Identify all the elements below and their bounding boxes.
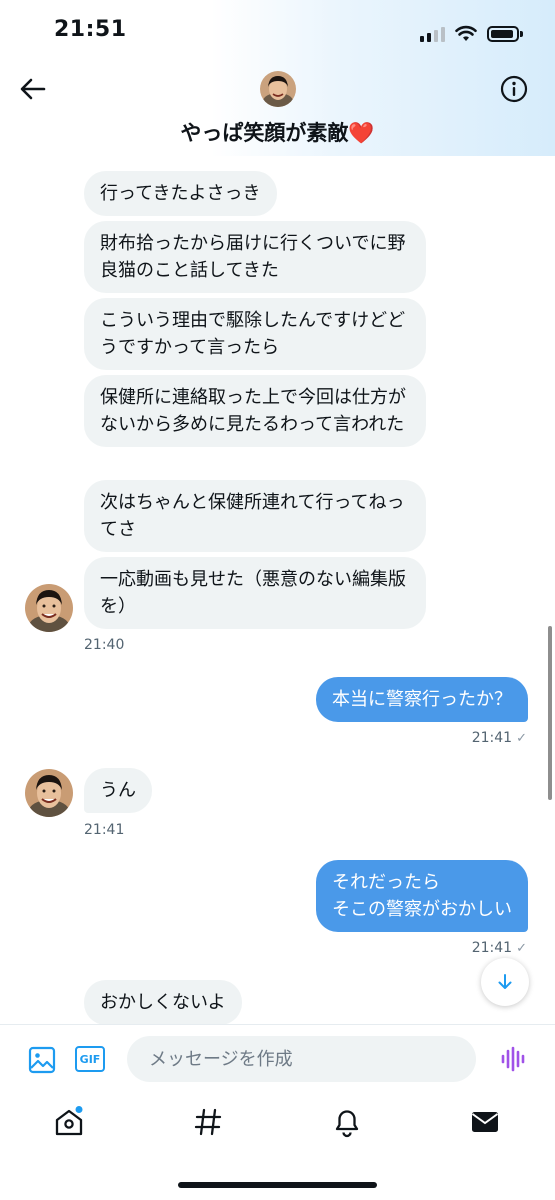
- sender-avatar[interactable]: [25, 584, 73, 632]
- tab-messages[interactable]: [469, 1106, 501, 1138]
- status-icons: [420, 22, 523, 42]
- status-time: 21:51: [54, 17, 127, 42]
- info-button[interactable]: [499, 74, 529, 104]
- back-button[interactable]: [18, 74, 48, 104]
- hashtag-explore-icon: [194, 1108, 222, 1136]
- scroll-to-bottom-button[interactable]: [481, 958, 529, 1006]
- sent-check-icon: ✓: [516, 941, 527, 956]
- image-button[interactable]: [27, 1045, 57, 1075]
- sender-avatar[interactable]: [25, 769, 73, 817]
- wifi-icon: [455, 25, 477, 41]
- message-bubble-incoming[interactable]: 保健所に連絡取った上で今回は仕方がないから多めに見たるわって言われた: [84, 375, 426, 447]
- message-timestamp: 21:41: [84, 822, 125, 838]
- gif-button[interactable]: GIF: [75, 1046, 105, 1072]
- message-input[interactable]: [127, 1036, 476, 1082]
- scrollbar[interactable]: [548, 626, 552, 800]
- arrow-down-icon: [498, 974, 512, 989]
- home-icon: [55, 1106, 83, 1136]
- message-bubble-incoming[interactable]: こういう理由で駆除したんですけどどうですかって言ったら: [84, 298, 426, 370]
- voice-message-icon: [501, 1046, 525, 1072]
- timestamp-text: 21:41: [471, 730, 513, 746]
- tab-home[interactable]: [53, 1106, 85, 1138]
- tab-explore[interactable]: [192, 1106, 224, 1138]
- image-icon: [28, 1046, 56, 1074]
- home-indicator: [178, 1182, 377, 1188]
- message-timestamp: 21:41 ✓: [472, 940, 527, 956]
- message-bubble-outgoing[interactable]: 本当に警察行ったか？: [316, 677, 528, 722]
- message-bubble-incoming[interactable]: 次はちゃんと保健所連れて行ってねってさ: [84, 480, 426, 552]
- message-bubble-incoming[interactable]: 財布拾ったから届けに行くついでに野良猫のこと話してきた: [84, 221, 426, 293]
- messages-envelope-icon: [471, 1112, 499, 1132]
- message-bubble-outgoing[interactable]: それだったら そこの警察がおかしい: [316, 860, 528, 932]
- arrow-left-icon: [20, 78, 46, 100]
- message-bubble-incoming[interactable]: うん: [84, 768, 152, 813]
- tab-notifications[interactable]: [331, 1106, 363, 1138]
- message-timestamp: 21:41 ✓: [472, 730, 527, 746]
- message-composer: GIF: [0, 1024, 555, 1090]
- timestamp-text: 21:41: [471, 940, 513, 956]
- notifications-bell-icon: [335, 1110, 359, 1138]
- battery-icon: [487, 26, 523, 42]
- cellular-signal-icon: [420, 26, 445, 42]
- sent-check-icon: ✓: [516, 731, 527, 746]
- message-timestamp: 21:40: [84, 637, 125, 653]
- message-bubble-incoming[interactable]: 行ってきたよさっき: [84, 171, 277, 216]
- voice-message-button[interactable]: [500, 1045, 526, 1073]
- info-circle-icon: [500, 75, 528, 103]
- conversation-title: やっぱ笑顔が素敵❤️: [180, 121, 375, 145]
- message-bubble-incoming[interactable]: 一応動画も見せた（悪意のない編集版を）: [84, 557, 426, 629]
- message-bubble-incoming[interactable]: おかしくないよ: [84, 980, 242, 1025]
- header-avatar[interactable]: [260, 71, 296, 107]
- status-bar: 21:51: [0, 0, 555, 62]
